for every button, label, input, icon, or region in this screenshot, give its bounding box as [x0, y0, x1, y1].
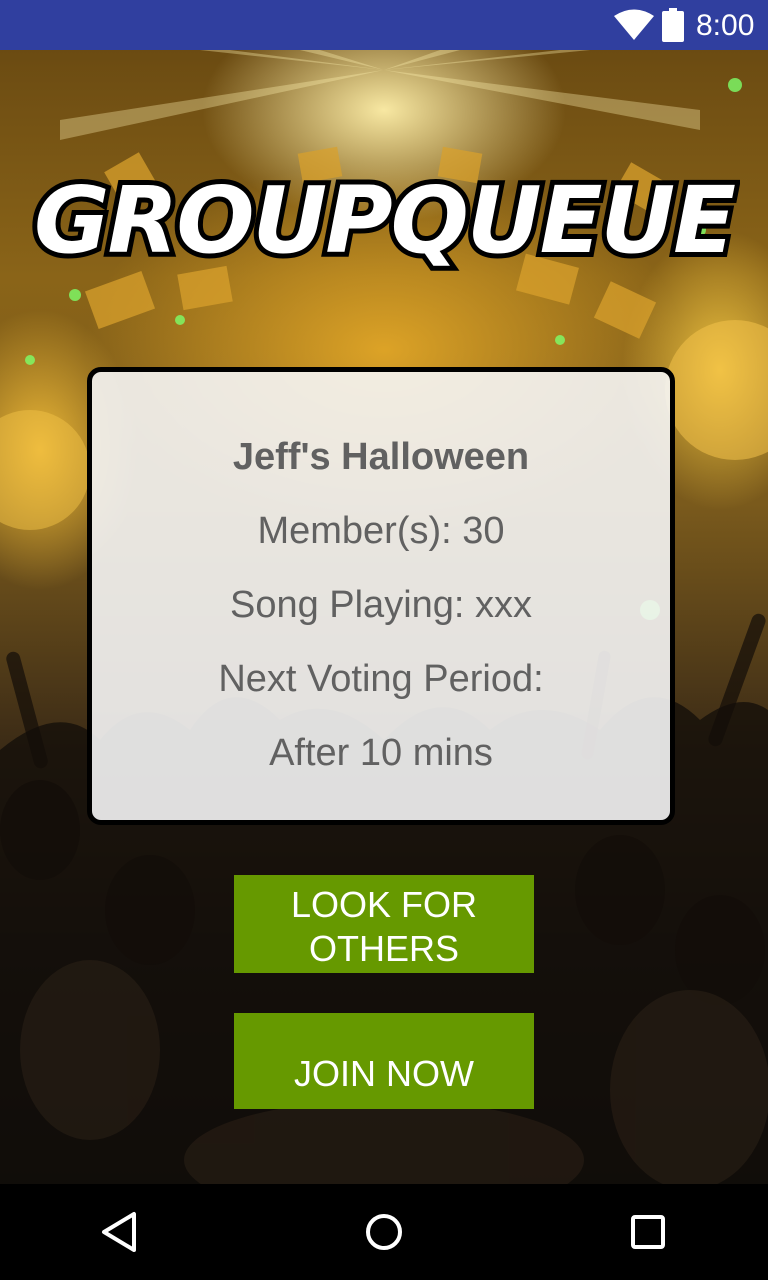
- status-time: 8:00: [696, 9, 755, 42]
- groupqueue-logo: GROUPQUEUE: [29, 162, 740, 279]
- status-bar: 8:00: [0, 0, 768, 50]
- group-info-card: Jeff's Halloween Member(s): 30 Song Play…: [87, 367, 675, 825]
- group-name: Jeff's Halloween: [232, 436, 530, 478]
- join-now-button[interactable]: JOIN NOW: [234, 1013, 534, 1109]
- battery-icon: [662, 8, 684, 42]
- song-playing: Song Playing: xxx: [229, 584, 533, 626]
- look-for-others-button[interactable]: LOOK FOR OTHERS: [234, 875, 534, 973]
- logo-text: GROUPQUEUE: [34, 167, 735, 274]
- next-voting-value: After 10 mins: [269, 732, 493, 774]
- home-icon[interactable]: [362, 1210, 406, 1254]
- back-icon[interactable]: [98, 1210, 142, 1254]
- app-screen: 8:00 GROUPQUEUE Jeff's Halloween Member(…: [0, 0, 768, 1280]
- next-voting-label: Next Voting Period:: [218, 658, 544, 700]
- recent-apps-icon[interactable]: [626, 1210, 670, 1254]
- wifi-icon: [614, 9, 654, 40]
- navigation-bar: [0, 1184, 768, 1280]
- member-count: Member(s): 30: [257, 510, 505, 552]
